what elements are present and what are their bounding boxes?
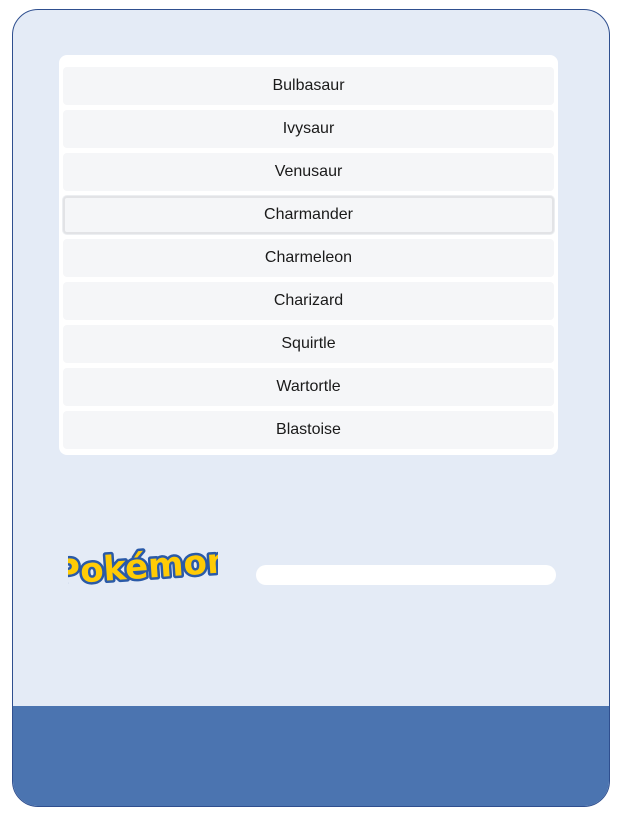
list-item-wartortle[interactable]: Wartortle <box>63 368 554 406</box>
footer-bar <box>13 706 609 806</box>
list-item-charizard[interactable]: Charizard <box>63 282 554 320</box>
list-item-squirtle[interactable]: Squirtle <box>63 325 554 363</box>
svg-text:Pokémon: Pokémon <box>68 541 218 593</box>
pokemon-logo: Pokémon <box>68 538 218 595</box>
list-item-label: Charmeleon <box>264 249 353 266</box>
pokemon-list[interactable]: Bulbasaur Ivysaur Venusaur Charmander Ch… <box>59 55 558 455</box>
list-item-label: Ivysaur <box>282 120 335 137</box>
progress-bar <box>256 565 556 585</box>
list-item-charmeleon[interactable]: Charmeleon <box>63 239 554 277</box>
device-frame: Bulbasaur Ivysaur Venusaur Charmander Ch… <box>12 9 610 807</box>
list-item-label: Wartortle <box>276 378 341 395</box>
list-item-label: Charizard <box>273 292 344 309</box>
list-item-label: Blastoise <box>276 421 341 438</box>
list-item-label: Squirtle <box>281 335 336 352</box>
list-item-ivysaur[interactable]: Ivysaur <box>63 110 554 148</box>
list-item-label: Venusaur <box>274 163 343 180</box>
list-item-label: Charmander <box>264 206 353 223</box>
list-item-label: Bulbasaur <box>272 77 345 94</box>
list-item-charmander[interactable]: Charmander <box>63 196 554 234</box>
list-item-bulbasaur[interactable]: Bulbasaur <box>63 67 554 105</box>
list-item-blastoise[interactable]: Blastoise <box>63 411 554 449</box>
list-item-venusaur[interactable]: Venusaur <box>63 153 554 191</box>
